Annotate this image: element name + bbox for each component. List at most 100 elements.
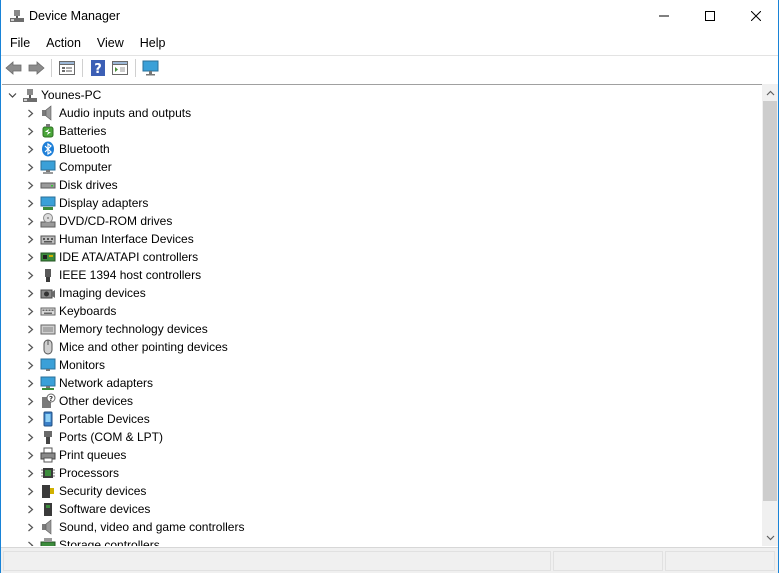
device-category-row[interactable]: IEEE 1394 host controllers [24, 266, 201, 284]
close-button[interactable] [733, 0, 779, 32]
device-category-row[interactable]: Imaging devices [24, 284, 146, 302]
toolbar-separator [51, 59, 52, 77]
toolbar-separator [135, 59, 136, 77]
unknown-device-icon: ? [42, 393, 56, 408]
device-category-label: Audio inputs and outputs [59, 106, 192, 120]
device-category-row[interactable]: Bluetooth [24, 140, 110, 158]
device-category-label: Human Interface Devices [59, 232, 194, 246]
toolbar: ? [1, 55, 778, 80]
chevron-right-icon[interactable] [24, 212, 36, 230]
chevron-right-icon[interactable] [24, 392, 36, 410]
properties-icon [59, 61, 75, 75]
device-category-label: Imaging devices [59, 286, 146, 300]
scroll-thumb[interactable] [763, 101, 777, 501]
chevron-right-icon[interactable] [24, 518, 36, 536]
device-category-row[interactable]: Software devices [24, 500, 150, 518]
device-category-label: IDE ATA/ATAPI controllers [59, 250, 199, 264]
chevron-right-icon[interactable] [24, 356, 36, 374]
device-manager-app-icon [10, 10, 24, 22]
device-category-label: Print queues [59, 448, 127, 462]
show-hide-button[interactable] [109, 57, 131, 79]
chevron-right-icon[interactable] [24, 464, 36, 482]
device-category-row[interactable]: Display adapters [24, 194, 148, 212]
port-icon [44, 431, 52, 444]
title-bar[interactable]: Device Manager [1, 0, 778, 32]
device-category-row[interactable]: Security devices [24, 482, 146, 500]
device-category-row[interactable]: Keyboards [24, 302, 116, 320]
device-category-row[interactable]: Print queues [24, 446, 126, 464]
chevron-right-icon[interactable] [24, 284, 36, 302]
device-category-row[interactable]: IDE ATA/ATAPI controllers [24, 248, 198, 266]
vertical-scrollbar[interactable] [762, 84, 778, 546]
device-category-row[interactable]: Ports (COM & LPT) [24, 428, 163, 446]
chevron-right-icon[interactable] [24, 428, 36, 446]
properties-button[interactable] [56, 57, 78, 79]
minimize-button[interactable] [641, 0, 687, 32]
device-category-label: Security devices [59, 484, 147, 498]
chevron-right-icon[interactable] [24, 482, 36, 500]
tree-root[interactable]: Younes-PC [6, 86, 101, 104]
menu-help[interactable]: Help [132, 32, 174, 54]
device-category-row[interactable]: Sound, video and game controllers [24, 518, 244, 536]
device-tree[interactable]: Younes-PC Audio inputs and outputs Batter… [2, 84, 762, 546]
menu-file[interactable]: File [1, 32, 38, 54]
software-device-icon [44, 503, 52, 516]
processor-icon [41, 468, 55, 478]
forward-icon [28, 61, 45, 75]
device-category-row[interactable]: Processors [24, 464, 119, 482]
chevron-right-icon[interactable] [24, 176, 36, 194]
monitor-icon [142, 60, 159, 76]
device-category-row[interactable]: Storage controllers [24, 536, 160, 546]
device-category-row[interactable]: Audio inputs and outputs [24, 104, 191, 122]
menu-bar: File Action View Help [1, 32, 778, 54]
chevron-right-icon[interactable] [24, 266, 36, 284]
chevron-right-icon[interactable] [24, 122, 36, 140]
chevron-right-icon[interactable] [24, 302, 36, 320]
computer-network-icon [23, 89, 37, 102]
device-category-row[interactable]: Monitors [24, 356, 105, 374]
chevron-right-icon[interactable] [24, 446, 36, 464]
device-category-row[interactable]: Disk drives [24, 176, 118, 194]
device-category-row[interactable]: DVD/CD-ROM drives [24, 212, 172, 230]
hid-icon [40, 235, 56, 245]
scroll-up-button[interactable] [762, 84, 778, 101]
chevron-right-icon[interactable] [24, 158, 36, 176]
menu-action[interactable]: Action [38, 32, 89, 54]
chevron-right-icon[interactable] [24, 248, 36, 266]
chevron-down-icon [766, 535, 774, 540]
chevron-right-icon[interactable] [24, 500, 36, 518]
chevron-right-icon[interactable] [24, 230, 36, 248]
device-category-row[interactable]: Mice and other pointing devices [24, 338, 228, 356]
device-category-label: DVD/CD-ROM drives [59, 214, 173, 228]
back-button[interactable] [3, 57, 25, 79]
svg-text:?: ? [94, 62, 102, 76]
computer-name: Younes-PC [41, 88, 102, 102]
chevron-right-icon[interactable] [24, 104, 36, 122]
chevron-right-icon[interactable] [24, 320, 36, 338]
collapse-chevron-icon[interactable] [6, 86, 18, 104]
device-manager-window: Device Manager File Action View Help ? Y… [0, 0, 779, 573]
scroll-down-button[interactable] [762, 529, 778, 546]
printer-icon [40, 447, 56, 463]
device-category-row[interactable]: Network adapters [24, 374, 153, 392]
chevron-right-icon[interactable] [24, 374, 36, 392]
menu-view[interactable]: View [89, 32, 132, 54]
device-category-row[interactable]: Portable Devices [24, 410, 150, 428]
speaker-icon [42, 105, 52, 121]
maximize-icon [705, 11, 715, 21]
device-category-row[interactable]: Human Interface Devices [24, 230, 194, 248]
device-category-row[interactable]: Memory technology devices [24, 320, 208, 338]
help-icon: ? [91, 60, 105, 76]
chevron-right-icon[interactable] [24, 410, 36, 428]
forward-button[interactable] [25, 57, 47, 79]
chevron-right-icon[interactable] [24, 194, 36, 212]
chevron-right-icon[interactable] [24, 536, 36, 546]
chevron-right-icon[interactable] [24, 140, 36, 158]
help-button[interactable]: ? [87, 57, 109, 79]
device-category-row[interactable]: Batteries [24, 122, 106, 140]
chevron-right-icon[interactable] [24, 338, 36, 356]
maximize-button[interactable] [687, 0, 733, 32]
device-category-row[interactable]: ? Other devices [24, 392, 133, 410]
device-category-row[interactable]: Computer [24, 158, 112, 176]
scan-hardware-button[interactable] [140, 57, 162, 79]
